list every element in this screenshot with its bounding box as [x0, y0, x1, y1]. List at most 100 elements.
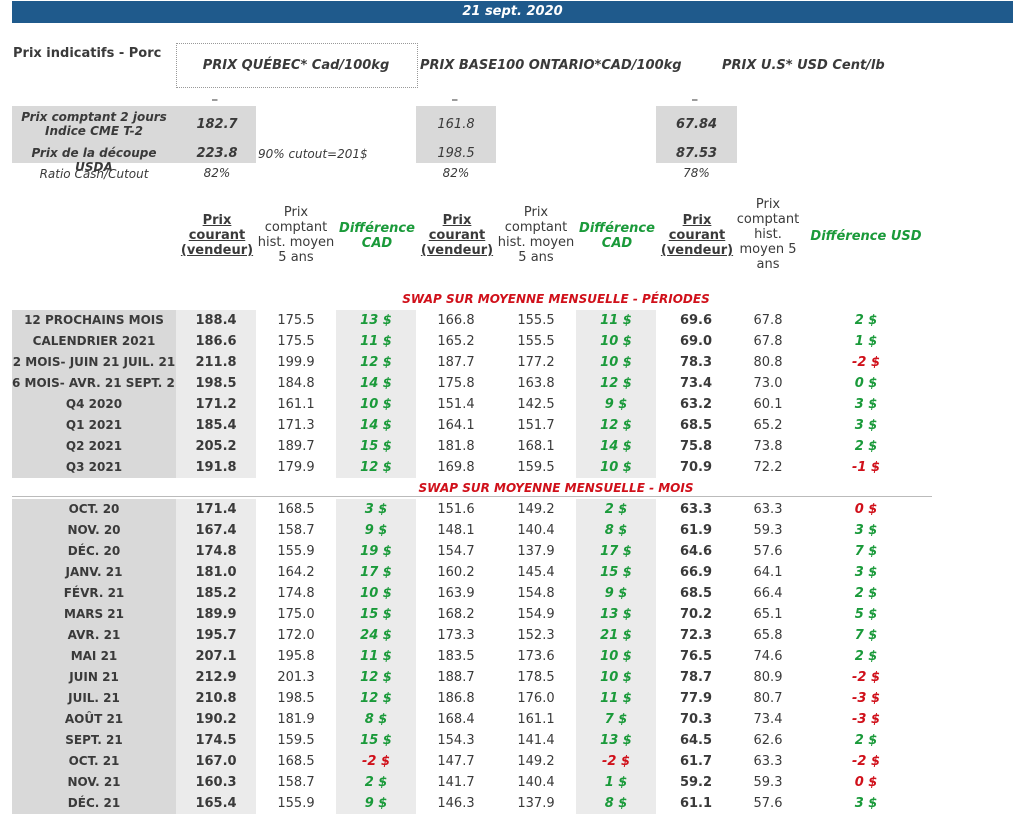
us-diff-cell: 7 $	[854, 544, 878, 559]
us-hist-cell: 65.8	[753, 628, 783, 643]
ontario-diff-cell: -2 $	[576, 751, 656, 772]
ontario-diff-cell: 12 $	[576, 415, 656, 436]
us-hist-cell: 74.6	[753, 649, 783, 664]
ontario-diff-cell: 10 $	[576, 457, 656, 478]
quebec-diff-cell: 15 $	[336, 730, 416, 751]
us-current-cell: 70.9	[679, 460, 713, 475]
quebec-hist-cell: 158.7	[277, 523, 315, 538]
us-diff-cell: 2 $	[854, 733, 878, 748]
quebec-hist-cell: 175.5	[277, 313, 315, 328]
us-current-cell: 61.9	[679, 523, 713, 538]
us-current-cell: 70.2	[679, 607, 713, 622]
ontario-current-header: Prix courant (vendeur)	[420, 213, 494, 258]
ontario-current-cell: 175.8	[437, 376, 475, 391]
us-cash-value: 67.84	[675, 117, 718, 132]
us-current-cell: 59.2	[679, 775, 713, 790]
ontario-current-cell: 166.8	[437, 313, 475, 328]
ontario-diff-cell: 10 $	[576, 646, 656, 667]
us-diff-cell: 7 $	[854, 628, 878, 643]
quebec-hist-cell: 201.3	[277, 670, 315, 685]
us-current-cell: 69.6	[679, 313, 713, 328]
dash-quebec: _	[212, 88, 218, 101]
ontario-diff-cell: 7 $	[576, 709, 656, 730]
us-current-cell: 64.6	[679, 544, 713, 559]
row-label-cell: FÉVR. 21	[12, 583, 176, 604]
us-diff-cell: -1 $	[851, 460, 880, 475]
ontario-hist-cell: 154.9	[517, 607, 555, 622]
period-row: CALENDRIER 2021 186.6 175.5 11 $ 165.2 155.5 1…	[12, 331, 932, 352]
us-hist-cell: 80.9	[753, 670, 783, 685]
quebec-current-cell: 207.1	[176, 646, 256, 667]
us-hist-cell: 63.3	[753, 754, 783, 769]
us-current-cell: 78.7	[679, 670, 713, 685]
us-current-cell: 76.5	[679, 649, 713, 664]
ontario-diff-cell: 9 $	[576, 583, 656, 604]
ontario-ratio-value: 82%	[442, 166, 470, 180]
quebec-diff-cell: 15 $	[336, 604, 416, 625]
quebec-hist-cell: 179.9	[277, 460, 315, 475]
us-current-cell: 73.4	[679, 376, 713, 391]
us-current-cell: 77.9	[679, 691, 713, 706]
quebec-diff-cell: 11 $	[336, 331, 416, 352]
dash-us: _	[692, 88, 698, 101]
quebec-current-cell: 210.8	[176, 688, 256, 709]
us-hist-cell: 59.3	[753, 775, 783, 790]
ontario-current-cell: 165.2	[437, 334, 475, 349]
month-row: JUIN 21 212.9 201.3 12 $ 188.7 178.5 10 $ 78.7 8…	[12, 667, 932, 688]
period-row: 12 PROCHAINS MOIS 188.4 175.5 13 $ 166.8 155.…	[12, 310, 932, 331]
ontario-diff-cell: 9 $	[576, 394, 656, 415]
ratio-indicator-label: Ratio Cash/Cutout	[39, 167, 149, 181]
us-current-cell: 68.5	[679, 586, 713, 601]
ontario-cash-value: 161.8	[437, 117, 475, 132]
ontario-diff-cell: 11 $	[576, 688, 656, 709]
ontario-hist-cell: 145.4	[517, 565, 555, 580]
month-row: OCT. 20 171.4 168.5 3 $ 151.6 149.2 2 $ 63.3 63.…	[12, 499, 932, 520]
row-label-cell: JUIL. 21	[12, 688, 176, 709]
quebec-ratio-value: 82%	[203, 166, 231, 180]
row-label-cell: OCT. 20	[12, 499, 176, 520]
ontario-hist-cell: 163.8	[517, 376, 555, 391]
quebec-diff-cell: 3 $	[336, 499, 416, 520]
month-row: AOÛT 21 190.2 181.9 8 $ 168.4 161.1 7 $ 70.3 73.…	[12, 709, 932, 730]
us-hist-cell: 63.3	[753, 502, 783, 517]
quebec-diff-cell: -2 $	[336, 751, 416, 772]
ontario-current-cell: 147.7	[437, 754, 475, 769]
quebec-hist-cell: 159.5	[277, 733, 315, 748]
quebec-cash-value: 182.7	[196, 117, 238, 132]
us-hist-cell: 60.1	[753, 397, 783, 412]
ontario-market-title: PRIX BASE100 ONTARIO*CAD/100kg	[420, 58, 682, 73]
month-row: OCT. 21 167.0 168.5 -2 $ 147.7 149.2 -2 $ 61.7 6…	[12, 751, 932, 772]
us-hist-cell: 73.8	[753, 439, 783, 454]
cash-indicator-label: Prix comptant 2 jours Indice CME T-2	[21, 110, 167, 138]
ontario-hist-cell: 178.5	[517, 670, 555, 685]
quebec-hist-cell: 172.0	[277, 628, 315, 643]
row-label-cell: 2 MOIS- JUIN 21 JUIL. 21	[12, 352, 176, 373]
month-row: FÉVR. 21 185.2 174.8 10 $ 163.9 154.8 9 $ 68.5 6…	[12, 583, 932, 604]
us-hist-cell: 62.6	[753, 733, 783, 748]
us-diff-cell: 0 $	[854, 376, 878, 391]
ontario-current-cell: 168.2	[437, 607, 475, 622]
months-table: OCT. 20 171.4 168.5 3 $ 151.6 149.2 2 $ 63.3 63.…	[12, 499, 932, 814]
ontario-hist-cell: 142.5	[517, 397, 555, 412]
ontario-diff-cell: 12 $	[576, 373, 656, 394]
us-hist-cell: 73.0	[753, 376, 783, 391]
quebec-current-cell: 211.8	[176, 352, 256, 373]
ontario-current-cell: 148.1	[437, 523, 475, 538]
us-hist-cell: 64.1	[753, 565, 783, 580]
month-row: NOV. 20 167.4 158.7 9 $ 148.1 140.4 8 $ 61.9 59.…	[12, 520, 932, 541]
us-current-cell: 61.1	[679, 796, 713, 811]
us-current-cell: 63.3	[679, 502, 713, 517]
month-row: SEPT. 21 174.5 159.5 15 $ 154.3 141.4 13 $ 64.5…	[12, 730, 932, 751]
row-label-cell: NOV. 20	[12, 520, 176, 541]
row-label-cell: Q4 2020	[12, 394, 176, 415]
month-row: JANV. 21 181.0 164.2 17 $ 160.2 145.4 15 $ 66.9…	[12, 562, 932, 583]
quebec-current-cell: 171.2	[176, 394, 256, 415]
quebec-current-cell: 185.2	[176, 583, 256, 604]
quebec-current-cell: 174.8	[176, 541, 256, 562]
us-hist-header: Prix comptant hist. moyen 5 ans	[736, 197, 800, 272]
ontario-hist-cell: 155.5	[517, 313, 555, 328]
row-label-cell: JANV. 21	[12, 562, 176, 583]
us-diff-cell: -3 $	[851, 691, 880, 706]
date-bar: 21 sept. 2020	[12, 1, 1013, 23]
ontario-diff-cell: 13 $	[576, 730, 656, 751]
